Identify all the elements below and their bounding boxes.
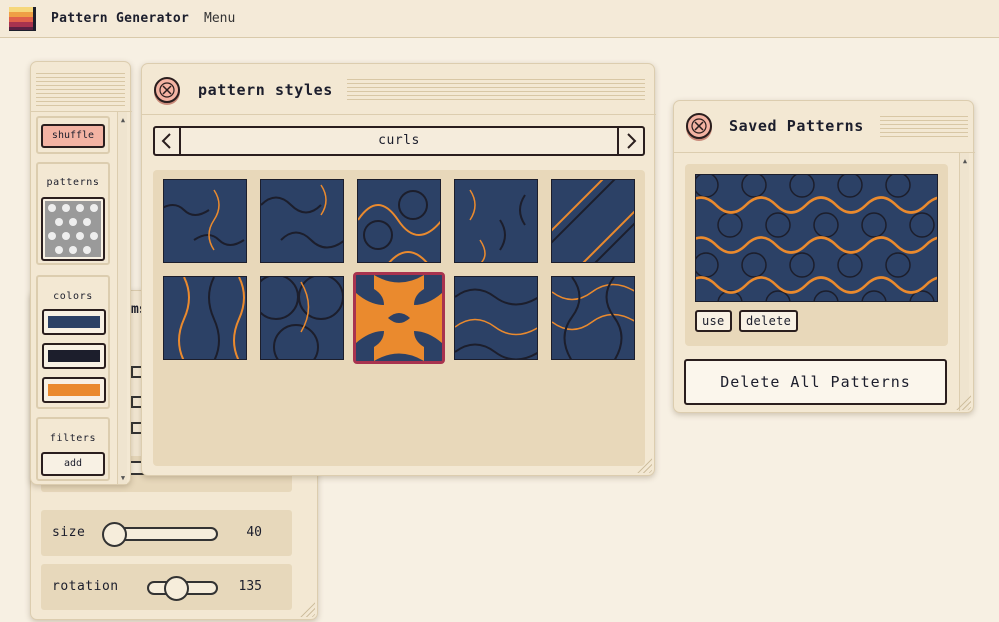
close-saved-button[interactable] [686, 113, 712, 139]
saved-scrollbar[interactable]: ▲ [959, 153, 969, 411]
patterns-label: patterns [46, 177, 100, 188]
scroll-down-icon[interactable]: ▼ [118, 474, 128, 482]
pattern-tile[interactable] [260, 276, 344, 360]
curl-pattern-preview [696, 175, 937, 301]
curl-pattern-thumbnail [552, 277, 634, 359]
pattern-tile[interactable] [454, 179, 538, 263]
filters-card: filters add [36, 417, 110, 481]
pattern-styles-window: pattern styles curls [141, 63, 656, 476]
param-value: 135 [238, 579, 262, 594]
pattern-preview-icon [45, 201, 101, 257]
menu-button[interactable]: Menu [204, 11, 235, 26]
rotation-slider[interactable] [147, 576, 218, 601]
delete-all-patterns-button[interactable]: Delete All Patterns [684, 359, 947, 405]
category-navigator: curls [153, 126, 645, 156]
category-label: curls [378, 133, 420, 148]
param-label: rotation [52, 579, 119, 594]
slider-thumb[interactable] [102, 522, 127, 547]
delete-pattern-button[interactable]: delete [739, 310, 799, 332]
swatch-fill [48, 350, 100, 362]
close-icon [691, 118, 707, 134]
patterns-card: patterns [36, 162, 110, 265]
curl-pattern-thumbnail [164, 189, 245, 251]
curl-pattern-thumbnail [469, 189, 526, 262]
drag-handle[interactable] [880, 113, 968, 139]
saved-pattern-card: use delete [685, 164, 948, 346]
next-category-button[interactable] [617, 128, 643, 154]
curl-pattern-thumbnail [358, 190, 440, 262]
color-swatch-dark[interactable] [42, 343, 106, 369]
shuffle-card: shuffle [36, 116, 110, 154]
pattern-tile-selected[interactable] [353, 272, 445, 364]
app-logo-icon [9, 7, 36, 31]
colors-label: colors [53, 291, 93, 302]
curl-pattern-thumbnail [552, 180, 634, 262]
filters-label: filters [49, 433, 97, 444]
use-pattern-button[interactable]: use [695, 310, 732, 332]
pattern-tile[interactable] [551, 179, 635, 263]
chevron-left-icon [161, 133, 171, 149]
saved-patterns-window: Saved Patterns use delete Delete All Pat… [673, 100, 975, 413]
color-swatch-navy[interactable] [42, 309, 106, 335]
size-slider[interactable] [102, 522, 218, 547]
close-styles-button[interactable] [154, 77, 180, 103]
prev-category-button[interactable] [155, 128, 181, 154]
param-value: 40 [246, 525, 262, 540]
resize-grip[interactable] [297, 599, 315, 617]
chevron-right-icon [627, 133, 637, 149]
pattern-tile[interactable] [357, 179, 441, 263]
app-title: Pattern Generator [51, 11, 190, 26]
scroll-up-icon[interactable]: ▲ [960, 157, 970, 165]
add-filter-button[interactable]: add [41, 452, 105, 476]
pattern-tile[interactable] [551, 276, 635, 360]
close-icon [159, 82, 175, 98]
pattern-tile[interactable] [454, 276, 538, 360]
curl-pattern-thumbnail [261, 184, 343, 249]
swatch-fill [48, 384, 100, 396]
drag-handle[interactable] [36, 70, 125, 106]
saved-pattern-preview [695, 174, 938, 302]
toolbar-window: shuffle patterns colors filters add ▲ ▼ [30, 61, 132, 485]
curl-pattern-thumbnail [178, 277, 245, 359]
param-label: size [52, 525, 86, 540]
curl-pattern-thumbnail [455, 288, 537, 359]
styles-window-title: pattern styles [198, 81, 333, 99]
pattern-thumbnail-button[interactable] [41, 197, 105, 261]
colors-card: colors [36, 275, 110, 409]
param-row-rotation: rotation 135 [41, 564, 292, 610]
shuffle-button[interactable]: shuffle [41, 124, 105, 148]
slider-thumb[interactable] [164, 576, 189, 601]
pattern-grid [153, 170, 645, 466]
color-swatch-orange[interactable] [42, 377, 106, 403]
swatch-fill [48, 316, 100, 328]
scroll-up-icon[interactable]: ▲ [118, 116, 128, 124]
pattern-tile[interactable] [260, 179, 344, 263]
top-bar: Pattern Generator Menu [0, 0, 999, 38]
curl-pattern-thumbnail [261, 277, 343, 359]
saved-window-title: Saved Patterns [729, 117, 864, 135]
drag-handle[interactable] [347, 76, 645, 100]
pattern-tile[interactable] [163, 276, 247, 360]
pattern-tile[interactable] [163, 179, 247, 263]
curl-pattern-thumbnail [356, 275, 442, 361]
param-row-size: size 40 [41, 510, 292, 556]
toolbar-scrollbar[interactable]: ▲ ▼ [117, 112, 127, 484]
